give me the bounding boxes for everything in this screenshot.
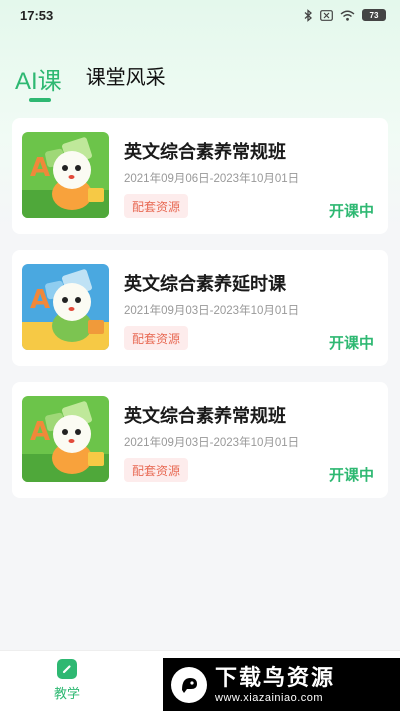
resource-button[interactable]: 配套资源 xyxy=(124,194,189,218)
course-title: 英文综合素养常规班 xyxy=(124,142,286,163)
watermark-url: www.xiazainiao.com xyxy=(215,691,324,704)
course-date-range: 2021年09月03日-2023年10月01日 xyxy=(124,437,300,449)
course-card[interactable]: A 英文综合素养常规班 2021年09月06日-2023年10月01日 配套资源… xyxy=(12,118,388,234)
course-thumbnail: A xyxy=(22,132,109,218)
course-status: 开课中 xyxy=(328,202,374,220)
course-title: 英文综合素养常规班 xyxy=(124,406,286,427)
svg-text:A: A xyxy=(30,417,50,447)
course-title: 英文综合素养延时课 xyxy=(124,274,286,295)
course-status: 开课中 xyxy=(328,466,374,484)
status-time: 17:53 xyxy=(20,7,54,23)
pencil-icon xyxy=(57,659,77,679)
svg-text:A: A xyxy=(30,153,50,183)
course-card[interactable]: A 英文综合素养延时课 2021年09月03日-2023年10月01日 配套资源… xyxy=(12,250,388,366)
course-thumbnail: A xyxy=(22,396,109,482)
tab-ai-course[interactable]: AI课 xyxy=(15,61,62,108)
watermark-text: 下载鸟资源 www.xiazainiao.com xyxy=(215,666,335,704)
resource-button[interactable]: 配套资源 xyxy=(124,326,189,350)
sim-card-icon xyxy=(320,9,333,21)
tab-class-showcase[interactable]: 课堂风采 xyxy=(86,61,166,108)
nav-label: 教学 xyxy=(53,687,80,702)
tab-active-indicator xyxy=(29,98,51,102)
course-thumbnail: A xyxy=(22,264,109,350)
course-status: 开课中 xyxy=(328,334,374,352)
watermark-banner: 下载鸟资源 www.xiazainiao.com xyxy=(163,658,400,711)
status-icons: 73 xyxy=(304,8,386,22)
bluetooth-icon xyxy=(304,8,312,22)
nav-item-teaching[interactable]: 教学 xyxy=(40,659,94,702)
course-date-range: 2021年09月06日-2023年10月01日 xyxy=(124,173,300,185)
status-bar: 17:53 73 xyxy=(0,0,400,30)
wifi-icon xyxy=(340,10,355,21)
tab-label: AI课 xyxy=(15,68,62,95)
bird-logo-icon xyxy=(171,666,207,703)
tab-label: 课堂风采 xyxy=(85,65,166,89)
course-list: A 英文综合素养常规班 2021年09月06日-2023年10月01日 配套资源… xyxy=(12,118,388,514)
course-date-range: 2021年09月03日-2023年10月01日 xyxy=(124,305,300,317)
watermark-title: 下载鸟资源 xyxy=(215,665,336,691)
battery-icon: 73 xyxy=(362,9,386,21)
resource-button[interactable]: 配套资源 xyxy=(124,458,189,482)
course-card[interactable]: A 英文综合素养常规班 2021年09月03日-2023年10月01日 配套资源… xyxy=(12,382,388,498)
tab-bar: AI课 课堂风采 xyxy=(0,58,400,108)
svg-text:A: A xyxy=(30,285,50,315)
